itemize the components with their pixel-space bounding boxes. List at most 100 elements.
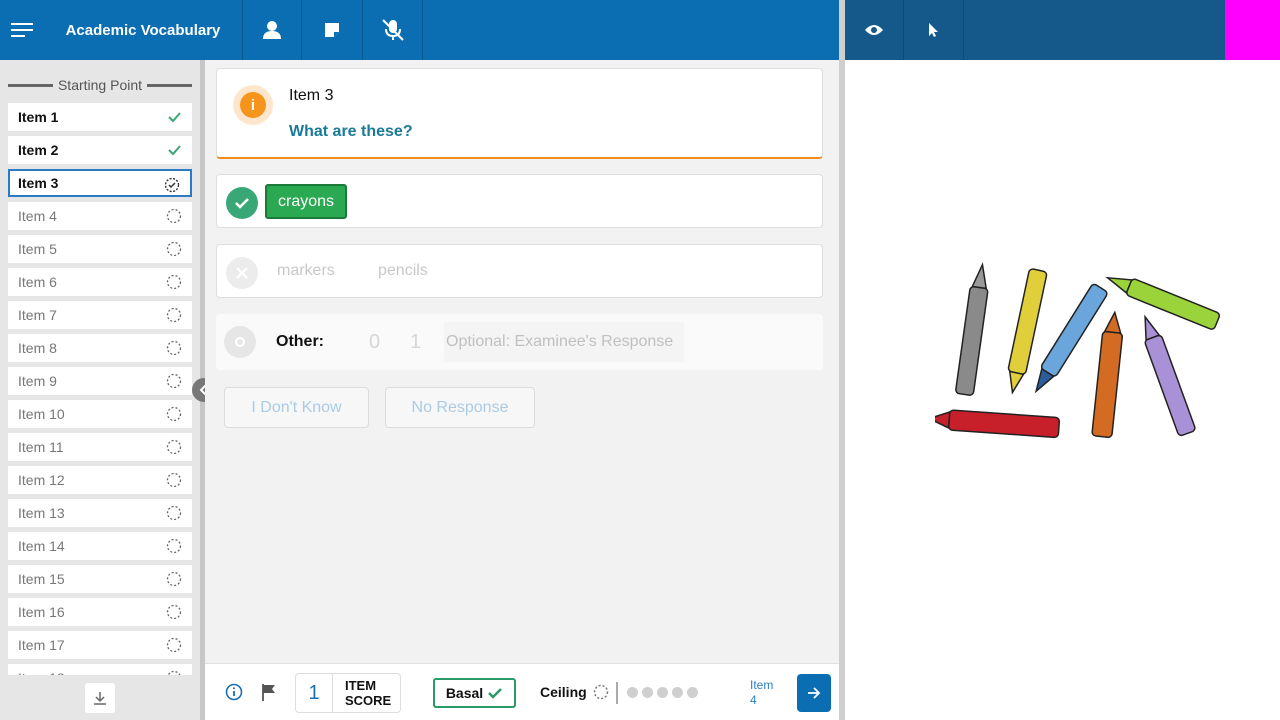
arrow-right-icon: [808, 687, 821, 699]
ceiling-status[interactable]: Ceiling: [540, 684, 609, 700]
user-icon: [263, 21, 281, 39]
in-progress-icon: [164, 177, 180, 193]
sidebar-item[interactable]: Item 13: [8, 499, 192, 527]
pending-icon: [166, 340, 182, 356]
check-icon: [168, 112, 181, 123]
crayon-gray: [955, 262, 989, 396]
info-button[interactable]: [225, 683, 243, 706]
pending-icon: [593, 684, 608, 700]
main-panel: i Item 3 What are these? crayons markers…: [205, 60, 839, 663]
sidebar-item[interactable]: Item 17: [8, 631, 192, 659]
incorrect-button[interactable]: [226, 257, 258, 289]
sidebar-item[interactable]: Item 10: [8, 400, 192, 428]
sidebar-item-label: Item 10: [18, 406, 65, 422]
info-icon: i: [240, 92, 266, 118]
note-icon: [325, 23, 339, 37]
sidebar-item[interactable]: Item 7: [8, 301, 192, 329]
sidebar-item[interactable]: Item 15: [8, 565, 192, 593]
sidebar-item-label: Item 4: [18, 208, 57, 224]
other-label: Other:: [276, 333, 324, 350]
cursor-icon: [928, 23, 938, 37]
flag-button[interactable]: [260, 682, 278, 707]
correct-button[interactable]: [226, 187, 258, 219]
sidebar-item[interactable]: Item 3: [8, 169, 192, 197]
sidebar-item[interactable]: Item 14: [8, 532, 192, 560]
pending-icon: [166, 406, 182, 422]
sidebar-item[interactable]: Item 12: [8, 466, 192, 494]
mic-off-button[interactable]: [363, 0, 423, 60]
crayon-purple: [1144, 314, 1196, 437]
question-item-label: Item 3: [289, 87, 334, 104]
info-circle-icon: [225, 683, 243, 701]
examinee-button[interactable]: [243, 0, 302, 60]
progress-dot: [642, 687, 653, 698]
sidebar-item-label: Item 2: [18, 142, 59, 158]
item-score-label: ITEM SCORE: [345, 678, 392, 708]
pending-icon: [166, 439, 182, 455]
flag-icon: [262, 684, 275, 701]
answer-chip-crayons[interactable]: crayons: [265, 184, 348, 219]
sidebar-item[interactable]: Item 16: [8, 598, 192, 626]
next-item-label: Item 4: [750, 678, 774, 707]
pending-icon: [166, 505, 182, 521]
question-card: i Item 3 What are these?: [216, 68, 823, 159]
sidebar-item-label: Item 6: [18, 274, 57, 290]
radio-dot-icon: [235, 337, 245, 347]
sidebar-item[interactable]: Item 11: [8, 433, 192, 461]
footer-divider: [616, 682, 618, 704]
pending-icon: [166, 538, 182, 554]
crayon-green: [1105, 276, 1221, 330]
other-response-row: Other: 0 1 Optional: Examinee's Response: [216, 314, 823, 370]
item-score-value: 1: [296, 674, 333, 712]
other-score-0[interactable]: 0: [369, 331, 380, 354]
answer-option-pencils[interactable]: pencils: [378, 262, 428, 280]
scoring-footer: 1 ITEM SCORE Basal Ceiling Item 4: [205, 663, 839, 720]
sidebar-item[interactable]: Item 9: [8, 367, 192, 395]
answer-option-markers[interactable]: markers: [277, 262, 335, 280]
pending-icon: [166, 307, 182, 323]
pointer-button[interactable]: [904, 0, 964, 60]
sidebar-item-label: Item 15: [18, 571, 65, 587]
progress-dot: [672, 687, 683, 698]
sidebar-item-label: Item 1: [18, 109, 59, 125]
pending-icon: [166, 373, 182, 389]
pending-icon: [166, 571, 182, 587]
pending-icon: [166, 274, 182, 290]
progress-dot: [687, 687, 698, 698]
pane-divider[interactable]: [839, 0, 845, 720]
top-toolbar: Academic Vocabulary: [0, 0, 839, 60]
examinee-response-input[interactable]: Optional: Examinee's Response: [444, 322, 684, 362]
sidebar-item[interactable]: Item 5: [8, 235, 192, 263]
pending-icon: [166, 208, 182, 224]
menu-button[interactable]: [0, 0, 44, 60]
other-score-1[interactable]: 1: [410, 331, 421, 354]
next-item-button[interactable]: [797, 674, 831, 712]
pending-icon: [166, 241, 182, 257]
sidebar-item[interactable]: Item 8: [8, 334, 192, 362]
mic-off-icon: [381, 19, 404, 41]
sidebar-item[interactable]: Item 6: [8, 268, 192, 296]
display-toolbar: [845, 0, 1280, 60]
check-icon: [235, 198, 249, 209]
sidebar-item-label: Item 3: [18, 175, 59, 191]
ceiling-label: Ceiling: [540, 684, 587, 700]
download-button[interactable]: [85, 683, 115, 713]
sidebar-item[interactable]: Item 1: [8, 103, 192, 131]
pending-icon: [166, 472, 182, 488]
sidebar-item-label: Item 7: [18, 307, 57, 323]
preview-button[interactable]: [845, 0, 904, 60]
basal-status[interactable]: Basal: [433, 678, 516, 708]
other-radio[interactable]: [224, 326, 256, 358]
no-response-button[interactable]: No Response: [385, 387, 535, 428]
dont-know-button[interactable]: I Don't Know: [224, 387, 369, 428]
app-title: Academic Vocabulary: [44, 0, 243, 60]
sidebar-footer: [0, 675, 200, 720]
sidebar-item[interactable]: Item 4: [8, 202, 192, 230]
notes-button[interactable]: [302, 0, 363, 60]
close-icon: [236, 267, 248, 279]
item-list-sidebar: Starting Point Item 1 Item 2 Item 3 Item 4 I…: [0, 60, 200, 720]
hamburger-icon: [11, 23, 33, 37]
ceiling-progress-dots: [627, 687, 698, 698]
sidebar-item[interactable]: Item 2: [8, 136, 192, 164]
info-badge: i: [233, 85, 273, 125]
